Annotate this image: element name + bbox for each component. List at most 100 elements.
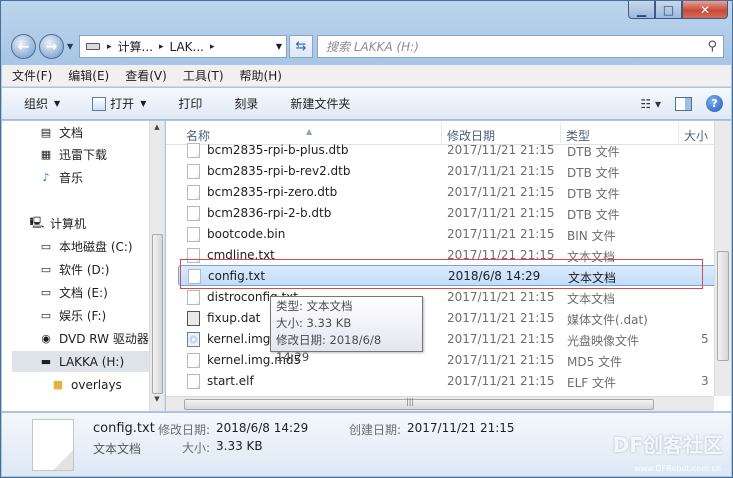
new-folder-button[interactable]: 新建文件夹 bbox=[290, 95, 350, 112]
menu-tools[interactable]: 工具(T) bbox=[183, 67, 224, 84]
file-name: bcm2835-rpi-zero.dtb bbox=[207, 185, 338, 199]
file-date: 2017/11/21 21:15 bbox=[447, 332, 555, 346]
open-button[interactable]: 打开 ▼ bbox=[92, 95, 146, 112]
disc-image-icon bbox=[187, 332, 200, 347]
tooltip-type: 类型: 文本文档 bbox=[276, 299, 353, 313]
tooltip-size: 大小: 3.33 KB bbox=[276, 316, 352, 330]
help-icon[interactable]: ? bbox=[706, 95, 723, 112]
vertical-scroll-thumb[interactable] bbox=[717, 251, 729, 361]
nav-drive-h[interactable]: ▬ LAKKA (H:) bbox=[12, 351, 159, 372]
breadcrumb-separator-icon[interactable]: ▸ bbox=[156, 42, 167, 52]
nav-xunlei[interactable]: ▦ 迅雷下载 bbox=[39, 144, 107, 165]
dvd-drive-icon: ◉ bbox=[41, 332, 51, 345]
file-type: MD5 文件 bbox=[567, 355, 623, 369]
file-date: 2017/11/21 21:15 bbox=[447, 290, 555, 304]
file-row[interactable]: bootcode.bin 2017/11/21 21:15 BIN 文件 bbox=[178, 224, 718, 245]
drive-icon: ▭ bbox=[40, 286, 52, 299]
nav-label: 本地磁盘 (C:) bbox=[59, 240, 133, 254]
file-date: 2017/11/21 21:15 bbox=[447, 185, 555, 199]
menu-file[interactable]: 文件(F) bbox=[12, 67, 52, 84]
horizontal-scroll-thumb[interactable] bbox=[184, 399, 654, 410]
print-button[interactable]: 打印 bbox=[178, 95, 202, 112]
nav-drive-dvd[interactable]: ◉ DVD RW 驱动器 bbox=[39, 328, 149, 349]
scroll-up-icon[interactable]: ▲ bbox=[150, 123, 164, 137]
file-name: kernel.img bbox=[207, 332, 271, 346]
drive-icon bbox=[86, 43, 100, 50]
refresh-icon: ⇆ bbox=[295, 39, 307, 54]
drive-icon: ▬ bbox=[40, 355, 52, 368]
nav-folder-overlays[interactable]: ■ overlays bbox=[51, 374, 122, 395]
details-created-label: 创建日期: bbox=[349, 423, 402, 437]
file-row[interactable]: start.elf 2017/11/21 21:15 ELF 文件 3 bbox=[178, 371, 718, 392]
file-row-selected[interactable]: config.txt 2018/6/8 14:29 文本文档 bbox=[178, 265, 718, 286]
nav-drive-f[interactable]: ▭ 娱乐 (F:) bbox=[39, 305, 106, 326]
file-row[interactable]: bcm2835-rpi-b-plus.dtb 2017/11/21 21:15 DT… bbox=[178, 140, 718, 161]
file-name: start.elf bbox=[207, 374, 254, 388]
maximize-button[interactable]: □ bbox=[655, 1, 682, 19]
address-bar[interactable]: ▸ 计算... ▸ LAK... ▸ ▼ bbox=[79, 35, 287, 58]
breadcrumb-lakka[interactable]: LAK... bbox=[167, 40, 207, 54]
preview-pane-icon[interactable] bbox=[675, 96, 692, 111]
change-view-icon[interactable]: ☷ ▾ bbox=[640, 97, 661, 111]
sort-ascending-icon: ▲ bbox=[306, 127, 313, 136]
breadcrumb-computer[interactable]: 计算... bbox=[115, 38, 156, 55]
menu-view[interactable]: 查看(V) bbox=[125, 67, 167, 84]
details-pane: config.txt 文本文档 修改日期: 2018/6/8 14:29 大小:… bbox=[2, 412, 731, 476]
file-type: 媒体文件(.dat) bbox=[567, 313, 648, 327]
nav-documents[interactable]: ▤ 文档 bbox=[39, 122, 83, 143]
file-row[interactable]: bcm2836-rpi-2-b.dtb 2017/11/21 21:15 DTB 文… bbox=[178, 203, 718, 224]
file-row[interactable]: kernel.img 2017/11/21 21:15 光盘映像文件 5 bbox=[178, 329, 718, 350]
file-date: 2018/6/8 14:29 bbox=[448, 269, 541, 283]
nav-drive-d[interactable]: ▭ 软件 (D:) bbox=[39, 259, 110, 280]
minimize-button[interactable]: ▁ bbox=[628, 1, 655, 19]
organize-button[interactable]: 组织 ▼ bbox=[24, 95, 60, 112]
nav-drive-c[interactable]: ▭ 本地磁盘 (C:) bbox=[39, 236, 133, 257]
print-label: 打印 bbox=[178, 97, 203, 111]
file-type: 光盘映像文件 bbox=[567, 334, 640, 348]
scroll-down-icon[interactable]: ▼ bbox=[150, 395, 164, 409]
nav-drive-e[interactable]: ▭ 文档 (E:) bbox=[39, 282, 108, 303]
download-folder-icon: ▦ bbox=[40, 148, 52, 161]
menu-help[interactable]: 帮助(H) bbox=[240, 67, 282, 84]
view-tools: ☷ ▾ ? bbox=[626, 95, 723, 112]
file-tooltip: 类型: 文本文档 大小: 3.33 KB 修改日期: 2018/6/8 14:2… bbox=[270, 296, 423, 364]
file-list: 名称 ▲ 修改日期 类型 大小 bcm2835-rpi-b-plus.dtb 20… bbox=[166, 121, 731, 411]
nav-music[interactable]: ♪ 音乐 bbox=[39, 167, 83, 188]
nav-label: LAKKA (H:) bbox=[59, 354, 125, 369]
breadcrumb-separator-icon[interactable]: ▸ bbox=[104, 42, 115, 52]
address-row: ← → ▼ ▸ 计算... ▸ LAK... ▸ ▼ ⇆ 搜索 LAKKA (H… bbox=[9, 32, 724, 60]
recent-pages-dropdown[interactable]: ▼ bbox=[67, 42, 73, 51]
file-date: 2017/11/21 21:15 bbox=[447, 374, 555, 388]
file-row[interactable]: distroconfig.txt 2017/11/21 21:15 文本文档 bbox=[178, 287, 718, 308]
file-list-vertical-scrollbar[interactable] bbox=[714, 121, 731, 396]
nav-scrollbar[interactable]: ▲ ▼ bbox=[149, 121, 164, 411]
file-row[interactable]: kernel.img.md5 2017/11/21 21:15 MD5 文件 bbox=[178, 350, 718, 371]
refresh-button[interactable]: ⇆ bbox=[289, 35, 313, 58]
close-button[interactable]: ✕ bbox=[682, 1, 728, 19]
tooltip-date: 修改日期: 2018/6/8 14:29 bbox=[276, 333, 382, 364]
menu-edit[interactable]: 编辑(E) bbox=[68, 67, 109, 84]
details-size-label: 大小: bbox=[182, 441, 211, 455]
search-icon[interactable]: ⚲ bbox=[707, 39, 717, 54]
watermark-url: www.DFRobot.com.cn bbox=[633, 464, 721, 473]
file-row[interactable]: cmdline.txt 2017/11/21 21:15 文本文档 bbox=[178, 245, 718, 266]
details-modified-label: 修改日期: bbox=[158, 423, 211, 437]
address-dropdown-icon[interactable]: ▼ bbox=[272, 42, 286, 51]
file-date: 2017/11/21 21:15 bbox=[447, 353, 555, 367]
burn-button[interactable]: 刻录 bbox=[234, 95, 258, 112]
details-modified-value: 2018/6/8 14:29 bbox=[216, 421, 309, 435]
file-row[interactable]: fixup.dat 2017/11/21 21:15 媒体文件(.dat) bbox=[178, 308, 718, 329]
file-type: DTB 文件 bbox=[567, 208, 620, 222]
nav-scroll-thumb[interactable] bbox=[152, 234, 163, 394]
file-row[interactable]: bcm2835-rpi-b-rev2.dtb 2017/11/21 21:15 DT… bbox=[178, 161, 718, 182]
forward-button[interactable]: → bbox=[39, 34, 64, 59]
breadcrumb-separator-icon[interactable]: ▸ bbox=[207, 42, 218, 52]
command-bar: 组织 ▼ 打开 ▼ 打印 刻录 新建文件夹 ☷ ▾ ? bbox=[2, 88, 731, 120]
nav-computer[interactable]: 🖳 计算机 bbox=[30, 213, 86, 234]
back-button[interactable]: ← bbox=[11, 34, 36, 59]
file-row[interactable]: bcm2835-rpi-zero.dtb 2017/11/21 21:15 DTB … bbox=[178, 182, 718, 203]
search-input[interactable]: 搜索 LAKKA (H:) ⚲ bbox=[317, 35, 724, 58]
file-list-horizontal-scrollbar[interactable]: ||| bbox=[166, 396, 714, 411]
nav-label: 迅雷下载 bbox=[59, 148, 108, 162]
nav-label: 软件 (D:) bbox=[59, 263, 110, 277]
